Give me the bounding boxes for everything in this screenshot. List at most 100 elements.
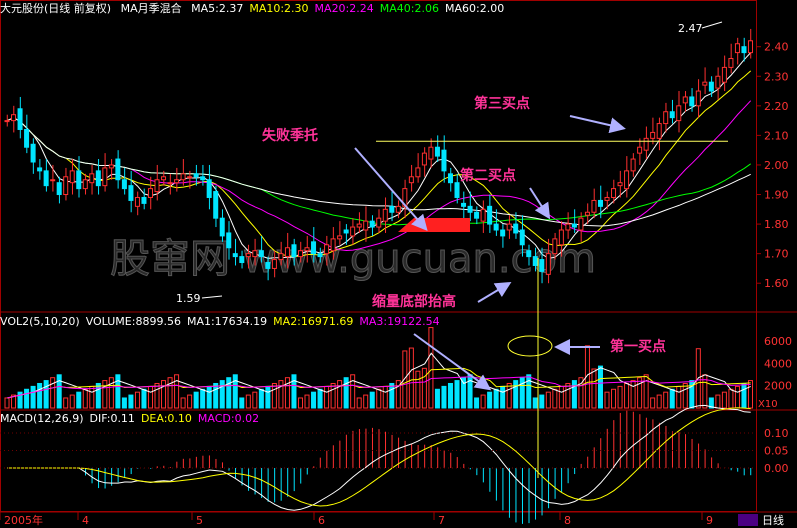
candle-body bbox=[434, 146, 440, 157]
volume-tick-label: 2000 bbox=[764, 380, 792, 393]
volume-bar bbox=[56, 374, 62, 409]
volume-legend-item-2: MA1:17634.19 bbox=[186, 315, 268, 328]
volume-bar bbox=[597, 365, 604, 409]
volume-bar bbox=[591, 368, 597, 409]
candle-body bbox=[4, 120, 10, 123]
candle-body bbox=[571, 223, 577, 228]
candle-body bbox=[461, 202, 467, 207]
volume-bar bbox=[200, 388, 206, 409]
volume-bar bbox=[356, 397, 362, 409]
volume-bar bbox=[728, 388, 734, 409]
candle-body bbox=[174, 179, 180, 184]
date-tick-label: 4 bbox=[82, 514, 89, 527]
volume-bar bbox=[206, 385, 212, 409]
candle-body bbox=[447, 173, 454, 184]
candle-body bbox=[356, 223, 362, 228]
volume-bar bbox=[500, 385, 506, 409]
volume-bar bbox=[350, 374, 356, 409]
volume-bar bbox=[565, 382, 571, 409]
volume-bar bbox=[271, 382, 277, 409]
volume-bar bbox=[304, 394, 310, 409]
candle-body bbox=[441, 149, 447, 172]
volume-bar bbox=[552, 388, 558, 409]
indicator-name: MA月季混合 bbox=[120, 2, 182, 15]
volume-legend-item-4: MA3:19122.54 bbox=[359, 315, 440, 328]
candle-body bbox=[656, 123, 662, 139]
candle-body bbox=[291, 244, 297, 258]
volume-bar bbox=[187, 394, 193, 409]
candle-body bbox=[37, 167, 43, 172]
volume-bar bbox=[513, 380, 519, 409]
candle-body bbox=[317, 253, 323, 258]
volume-bar bbox=[284, 377, 290, 409]
date-tick-label: 9 bbox=[706, 514, 713, 527]
price-tick-label: 1.90 bbox=[764, 189, 789, 202]
candle-body bbox=[193, 173, 199, 178]
candle-body bbox=[30, 143, 36, 163]
candle-body bbox=[167, 182, 173, 185]
volume-legend-item-0: VOL2(5,10,20) bbox=[0, 315, 80, 328]
date-tick-label: 6 bbox=[318, 514, 325, 527]
volume-bar bbox=[408, 347, 414, 409]
volume-bar bbox=[147, 385, 153, 409]
volume-bar bbox=[167, 377, 173, 409]
volume-tick-label: 6000 bbox=[764, 335, 792, 348]
candle-body bbox=[258, 250, 264, 258]
volume-bar bbox=[24, 388, 30, 409]
candle-body bbox=[695, 90, 701, 107]
candle-body bbox=[11, 114, 17, 122]
price-tick-label: 2.10 bbox=[764, 129, 789, 142]
ma-legend-item-1: MA10:2.30 bbox=[249, 2, 309, 15]
volume-bar bbox=[421, 367, 427, 409]
candle-body bbox=[663, 111, 669, 125]
volume-bar bbox=[193, 391, 199, 409]
candle-body bbox=[232, 253, 238, 258]
candle-body bbox=[702, 81, 708, 86]
price-tick-label: 2.40 bbox=[764, 41, 789, 54]
volume-bar bbox=[539, 394, 545, 409]
volume-bar bbox=[324, 385, 330, 409]
volume-bar bbox=[526, 374, 532, 409]
price-tick-label: 2.00 bbox=[764, 159, 789, 172]
date-tick-label: 8 bbox=[564, 514, 571, 527]
volume-bar bbox=[161, 380, 167, 409]
ma-legend-item-3: MA40:2.06 bbox=[379, 2, 439, 15]
candle-body bbox=[721, 66, 727, 83]
volume-bar bbox=[630, 380, 636, 409]
candle-body bbox=[154, 179, 160, 193]
candle-body bbox=[69, 170, 75, 184]
candle-body bbox=[415, 167, 421, 178]
candle-body bbox=[408, 176, 414, 184]
macd-tick-label: 0.10 bbox=[764, 427, 789, 440]
volume-bar bbox=[454, 380, 460, 409]
candle-body bbox=[278, 253, 284, 261]
candle-body bbox=[506, 223, 512, 231]
volume-bar bbox=[624, 382, 630, 409]
third-buy-label: 第三买点 bbox=[474, 95, 530, 112]
period-label: 日线 bbox=[762, 513, 784, 527]
candle-body bbox=[161, 176, 167, 181]
volume-bar bbox=[258, 388, 264, 409]
candle-body bbox=[376, 217, 382, 228]
volume-bar bbox=[317, 388, 323, 409]
volume-bar bbox=[232, 374, 238, 409]
candle-body bbox=[324, 244, 330, 255]
candle-body bbox=[421, 152, 427, 166]
volume-bar bbox=[134, 391, 140, 409]
volume-bar bbox=[532, 397, 538, 409]
volume-bar bbox=[180, 397, 186, 409]
volume-bar bbox=[63, 397, 69, 409]
volume-legend-item-1: VOLUME:8899.56 bbox=[85, 315, 181, 328]
volume-bar bbox=[239, 397, 245, 409]
volume-bar bbox=[297, 397, 304, 409]
candle-body bbox=[597, 199, 604, 207]
candle-body bbox=[102, 167, 108, 187]
volume-bar bbox=[434, 388, 440, 409]
candle-body bbox=[513, 223, 519, 234]
volume-bar bbox=[571, 380, 577, 409]
volume-bar bbox=[389, 382, 395, 409]
candle-body bbox=[382, 208, 388, 222]
low-price-leader bbox=[201, 295, 223, 299]
candle-body bbox=[454, 182, 460, 198]
volume-bar bbox=[447, 382, 454, 409]
